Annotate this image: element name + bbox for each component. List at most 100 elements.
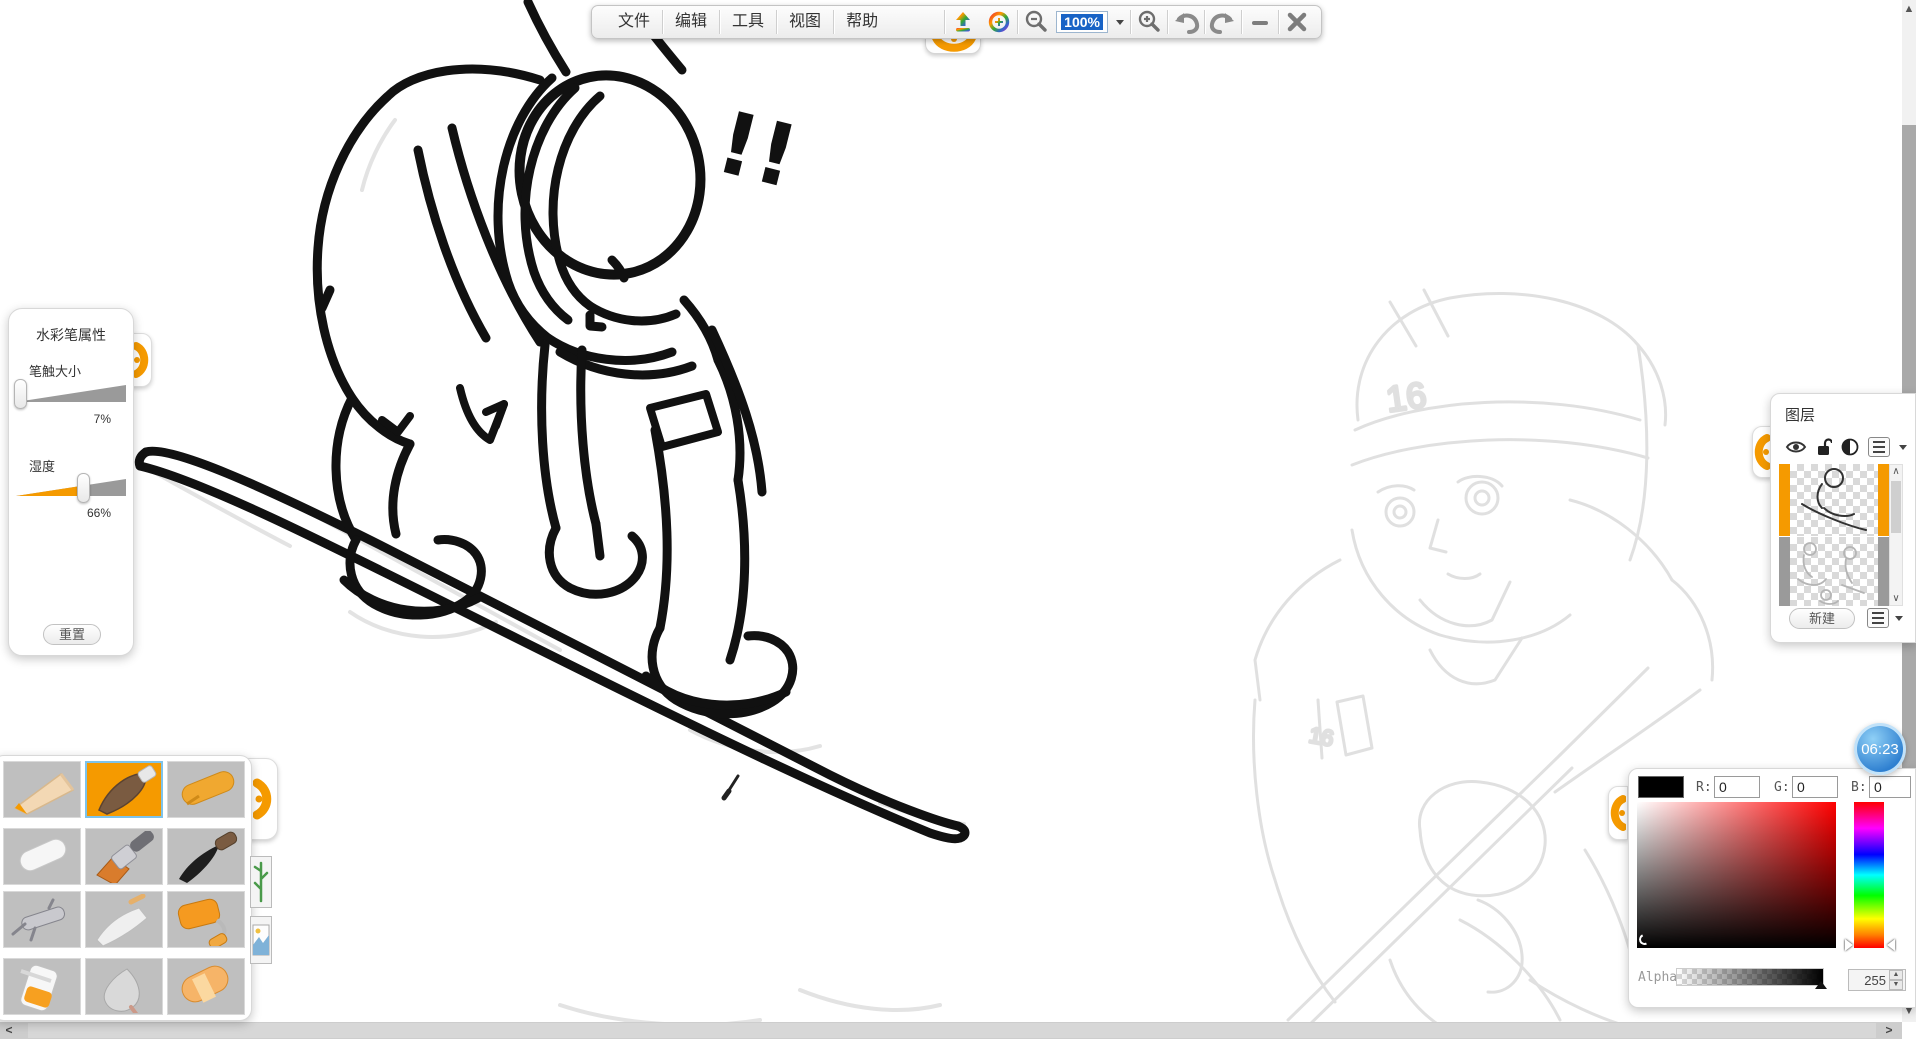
zoom-level-value: 100% (1061, 14, 1103, 30)
alpha-value-spinner[interactable]: 255 ▲ ▼ (1848, 969, 1906, 991)
red-label: R: (1696, 780, 1712, 795)
hue-marker-left[interactable] (1845, 939, 1853, 951)
reset-button[interactable]: 重置 (43, 624, 101, 645)
alpha-decrement-icon[interactable]: ▼ (1889, 980, 1903, 990)
layer-list-scrollbar[interactable]: ∧ ∨ (1889, 464, 1903, 606)
tool-smudge-tool[interactable] (85, 958, 163, 1015)
snowboarder-ink-drawing (139, 2, 965, 839)
alpha-increment-icon[interactable]: ▲ (1889, 970, 1903, 980)
scroll-right-icon[interactable]: > (1880, 1022, 1898, 1039)
brush-size-slider[interactable] (16, 385, 126, 402)
layer-visibility-icon[interactable] (1785, 439, 1807, 455)
new-layer-button[interactable]: 新建 (1789, 608, 1855, 629)
exclamation-marks: !! (707, 92, 807, 208)
red-input[interactable] (1714, 776, 1760, 798)
tool-crayon[interactable] (167, 761, 245, 818)
canvas-horizontal-scrollbar[interactable]: < > (0, 1022, 1902, 1039)
palette-collapse-handle[interactable] (248, 758, 278, 840)
green-label: G: (1774, 780, 1790, 795)
tool-airbrush[interactable] (3, 891, 81, 948)
horizontal-scroll-thumb[interactable] (28, 1023, 1876, 1038)
tool-pencil[interactable] (3, 761, 81, 818)
zoom-in-icon[interactable] (1131, 7, 1167, 37)
tool-eraser[interactable] (167, 958, 245, 1015)
tool-paint-roller[interactable] (167, 891, 245, 948)
zoom-out-icon[interactable] (1018, 7, 1054, 37)
redo-icon[interactable] (1205, 7, 1241, 37)
brush-size-slider-thumb[interactable] (14, 379, 27, 409)
helmet-number: 16 (1383, 374, 1428, 420)
menu-help[interactable]: 帮助 (834, 9, 890, 35)
brush-properties-panel: 水彩笔属性 笔触大小 7% 湿度 66% 重置 (8, 308, 134, 656)
alpha-value: 255 (1849, 973, 1889, 988)
tool-chalk[interactable] (3, 828, 81, 885)
tool-palette-knife[interactable] (85, 891, 163, 948)
alpha-marker[interactable] (1815, 981, 1827, 989)
layer-scroll-down-icon[interactable]: ∨ (1890, 593, 1902, 604)
zoom-level-field[interactable]: 100% (1056, 11, 1108, 33)
layer-scroll-up-icon[interactable]: ∧ (1890, 466, 1902, 477)
layer-menu-dropdown-icon[interactable] (1899, 445, 1907, 450)
plant-brush-preview-button[interactable] (250, 856, 272, 908)
wetness-slider-thumb[interactable] (77, 473, 90, 503)
layer-item-selected[interactable] (1779, 464, 1889, 536)
main-toolbar: 文件 编辑 工具 视图 帮助 (591, 5, 1322, 39)
layer-bar (1878, 537, 1889, 606)
layer-selected-bar (1779, 464, 1790, 536)
color-panel-collapse-handle[interactable] (1608, 786, 1628, 840)
layer-options-button[interactable] (1867, 608, 1889, 628)
hue-marker-right[interactable] (1887, 939, 1895, 951)
layer-item[interactable] (1779, 537, 1889, 606)
layers-panel-title: 图层 (1785, 404, 1815, 425)
paint-app-window: 16 16 (0, 0, 1916, 1039)
scroll-left-icon[interactable]: < (0, 1022, 18, 1039)
current-color-swatch[interactable] (1638, 776, 1684, 798)
sv-cursor (1637, 932, 1651, 946)
green-input[interactable] (1792, 776, 1838, 798)
minimize-icon[interactable] (1242, 7, 1278, 37)
saturation-value-picker[interactable] (1637, 802, 1836, 948)
wetness-label: 湿度 (29, 456, 55, 475)
tool-palette-panel (0, 755, 252, 1021)
wetness-slider[interactable] (16, 479, 126, 496)
tool-paint-glass[interactable] (3, 958, 81, 1015)
zoom-dropdown-icon[interactable] (1116, 20, 1124, 25)
menu-file[interactable]: 文件 (606, 9, 662, 35)
brush-panel-title: 水彩笔属性 (9, 325, 133, 345)
menu-tools[interactable]: 工具 (720, 9, 776, 35)
layer-thumbnail-sketches (1790, 537, 1878, 606)
layer-options-dropdown-icon[interactable] (1895, 616, 1903, 621)
layer-thumbnail-snowboarder (1790, 464, 1878, 536)
alpha-slider[interactable] (1676, 968, 1824, 986)
layer-selected-bar (1878, 464, 1889, 536)
blue-input[interactable] (1869, 776, 1911, 798)
menu-view[interactable]: 视图 (777, 9, 833, 35)
brush-size-value: 7% (94, 412, 111, 426)
layers-panel: 图层 (1770, 393, 1916, 643)
scroll-up-icon[interactable]: ▲ (1902, 0, 1916, 18)
tool-flat-brush[interactable] (85, 828, 163, 885)
color-picker-panel: R: G: B: Alpha 255 ▲ ▼ (1628, 768, 1916, 1008)
menu-edit[interactable]: 编辑 (663, 9, 719, 35)
rainbow-globe-icon[interactable] (981, 7, 1017, 37)
session-timer-badge[interactable]: 06:23 (1854, 723, 1906, 775)
layer-lock-icon[interactable] (1816, 438, 1832, 456)
wetness-value: 66% (87, 506, 111, 520)
layer-blend-menu-button[interactable] (1868, 437, 1890, 457)
tool-watercolor-brush[interactable] (85, 761, 163, 818)
layers-panel-collapse-handle[interactable] (1752, 426, 1772, 478)
timer-value: 06:23 (1861, 741, 1899, 758)
sleeve-number: 16 (1307, 722, 1335, 751)
hue-slider[interactable] (1854, 802, 1884, 948)
brush-cursor-icon (724, 776, 738, 798)
blue-label: B: (1851, 780, 1867, 795)
undo-icon[interactable] (1168, 7, 1204, 37)
rainbow-arrow-icon[interactable] (945, 7, 981, 37)
layer-list (1779, 464, 1889, 606)
texture-preview-button[interactable] (250, 916, 272, 964)
layer-opacity-icon[interactable] (1841, 438, 1859, 456)
close-icon[interactable] (1279, 7, 1315, 37)
alpha-label: Alpha (1638, 970, 1677, 985)
tool-ink-brush[interactable] (167, 828, 245, 885)
layer-scroll-thumb[interactable] (1891, 481, 1901, 533)
